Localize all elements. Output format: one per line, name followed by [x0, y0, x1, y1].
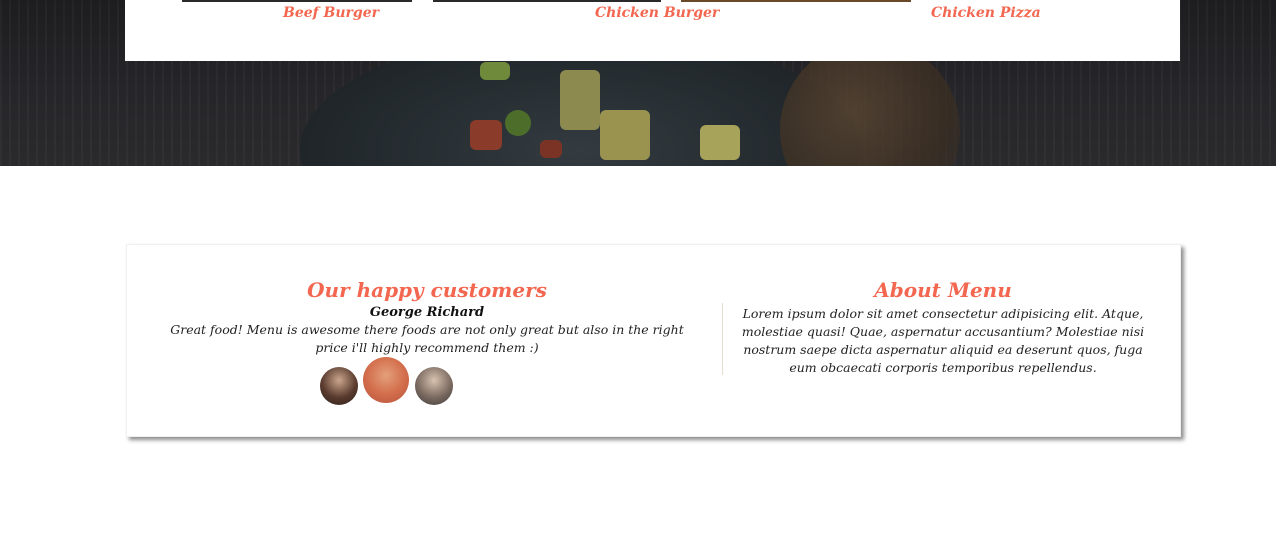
menu-card: Beef Burger Chicken Burger Chicken Pizza	[125, 0, 1180, 61]
menu-item-label[interactable]: Chicken Pizza	[931, 5, 1041, 21]
menu-item-label[interactable]: Chicken Burger	[595, 5, 719, 21]
vertical-divider	[722, 303, 723, 375]
vegetable-piece	[700, 125, 740, 160]
vegetable-piece	[540, 140, 562, 158]
info-card: Our happy customers George Richard Great…	[126, 244, 1181, 437]
menu-item-label[interactable]: Beef Burger	[283, 5, 379, 21]
menu-thumbnail-edge	[681, 0, 911, 2]
avatar-woman[interactable]	[320, 367, 358, 405]
vegetable-piece	[600, 110, 650, 160]
menu-thumbnail-edge	[433, 0, 661, 2]
vegetable-piece	[505, 110, 531, 136]
avatar-man-glasses[interactable]	[415, 367, 453, 405]
customers-title: Our happy customers	[307, 278, 547, 302]
customer-quote: Great food! Menu is awesome there foods …	[170, 322, 684, 355]
avatar-man-smiling[interactable]	[363, 357, 409, 403]
vegetable-piece	[560, 70, 600, 130]
customer-avatars	[127, 355, 727, 405]
vegetable-piece	[480, 62, 510, 80]
menu-thumbnail-edge	[182, 0, 412, 2]
about-text: Lorem ipsum dolor sit amet consectetur a…	[741, 306, 1145, 375]
customer-name: George Richard	[369, 305, 485, 320]
about-title: About Menu	[874, 278, 1012, 302]
vegetable-piece	[470, 120, 502, 150]
